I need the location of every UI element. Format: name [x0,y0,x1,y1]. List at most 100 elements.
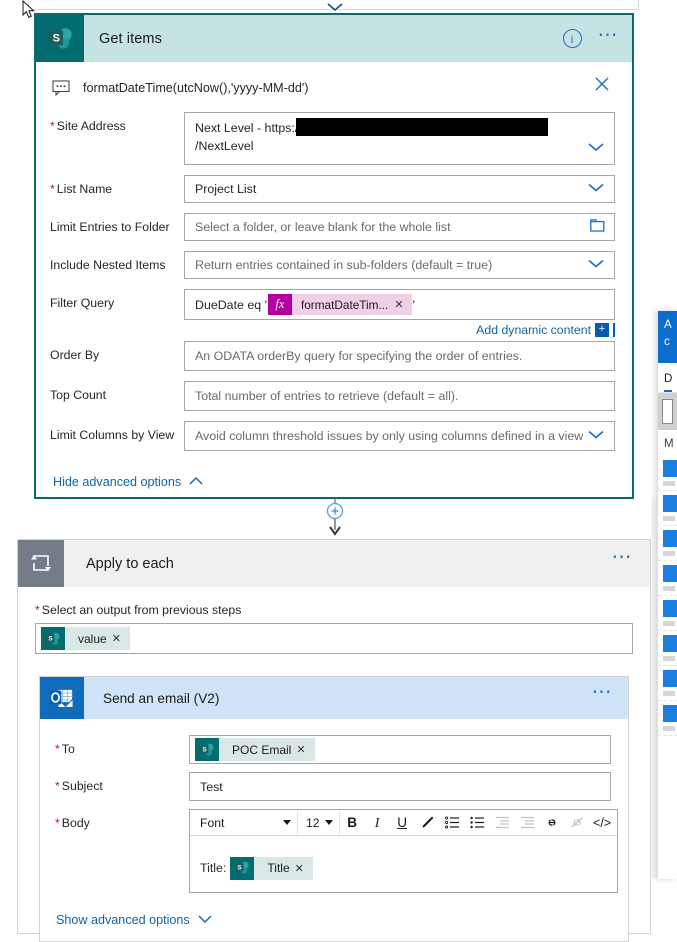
token-chip [663,635,677,652]
dynamic-token-expression[interactable]: fx formatDateTim... ✕ [267,294,412,315]
panel-title-line2: c [664,336,670,348]
outlook-icon [40,677,84,719]
to-label: * To [55,742,75,756]
send-email-header[interactable]: Send an email (V2) ⋯ [40,677,628,719]
svg-text:S: S [202,746,207,753]
dynamic-token-poc-email[interactable]: S POC Email ✕ [195,738,315,761]
bold-icon[interactable]: B [340,811,365,835]
list-item[interactable] [658,561,677,596]
site-address-value-prefix: Next Level - https:/ [195,121,299,135]
apply-to-each-menu-button[interactable]: ⋯ [612,547,635,569]
dynamic-token-value[interactable]: S value ✕ [41,627,130,650]
remove-token-icon[interactable]: ✕ [295,862,313,875]
svg-text:S: S [48,635,53,642]
order-by-placeholder: An ODATA orderBy query for specifying th… [195,349,523,363]
select-output-input[interactable]: S value ✕ [35,623,633,654]
show-advanced-options-toggle[interactable]: Show advanced options [56,913,628,941]
list-item[interactable] [658,526,677,561]
close-icon[interactable] [592,74,612,94]
numbered-list-icon[interactable] [440,811,465,835]
limit-columns-by-view-dropdown[interactable]: Avoid column threshold issues by only us… [184,421,615,451]
top-count-label: Top Count [50,388,107,402]
remove-token-icon[interactable]: ✕ [394,298,411,311]
list-item[interactable] [658,701,677,736]
subject-value: Test [200,779,223,794]
subject-input[interactable]: Test [189,772,611,801]
insert-link-icon[interactable] [540,811,565,835]
list-item[interactable] [658,596,677,631]
list-item[interactable] [658,491,677,526]
chevron-down-icon[interactable] [325,0,345,12]
canvas-scroll-edge[interactable] [652,497,657,879]
limit-entries-to-folder-input[interactable]: Select a folder, or leave blank for the … [184,213,615,241]
italic-icon[interactable]: I [365,811,390,835]
body-rich-text-editor[interactable]: Font 12 B I U </> Title: S Title ✕ [189,809,618,893]
get-items-header[interactable]: S Get items i ⋯ [36,15,632,62]
order-by-input[interactable]: An ODATA orderBy query for specifying th… [184,341,615,371]
add-dynamic-content-caret[interactable] [613,323,615,337]
panel-search-input[interactable] [662,399,673,424]
tab-dynamic-content[interactable]: D [664,373,673,392]
decrease-indent-icon[interactable] [490,811,515,835]
add-icon[interactable]: + [595,323,609,337]
field-row-subject: * Subject Test [55,764,611,801]
list-item[interactable] [658,666,677,701]
remove-token-icon[interactable]: ✕ [296,743,314,756]
include-nested-items-value: Return entries contained in sub-folders … [195,258,493,272]
svg-text:S: S [52,32,59,44]
filter-query-input[interactable]: DueDate eq ' fx formatDateTim... ✕ ' [184,289,615,320]
token-chip [663,460,677,477]
folder-picker-icon[interactable] [590,219,605,235]
list-item[interactable] [658,631,677,666]
add-dynamic-content-row[interactable]: Add dynamic content + [36,323,615,337]
chevron-down-icon[interactable] [586,141,606,156]
token-subtext [663,551,675,556]
remove-token-icon[interactable]: ✕ [112,632,130,645]
increase-indent-icon[interactable] [515,811,540,835]
font-size-value: 12 [306,815,320,830]
font-family-dropdown[interactable]: Font [192,810,298,835]
include-nested-items-dropdown[interactable]: Return entries contained in sub-folders … [184,251,615,279]
chevron-down-icon [197,913,213,927]
token-chip [663,670,677,687]
list-item[interactable] [658,456,677,491]
bulleted-list-icon[interactable] [465,811,490,835]
chevron-down-icon[interactable] [586,429,606,444]
info-icon[interactable]: i [562,29,582,48]
insert-step-connector[interactable] [320,499,350,539]
action-card-send-an-email[interactable]: Send an email (V2) ⋯ * To S POC Email ✕ … [39,676,629,942]
token-chip [663,530,677,547]
add-dynamic-content-link[interactable]: Add dynamic content [476,323,591,337]
text-color-icon[interactable] [415,811,440,835]
action-card-apply-to-each[interactable]: Apply to each ⋯ * Select an output from p… [17,539,651,942]
token-subtext [663,656,675,661]
loop-icon [18,540,64,587]
remove-link-icon[interactable] [565,811,590,835]
field-row-include-nested-items: Include Nested Items Return entries cont… [50,241,615,279]
code-view-icon[interactable]: </> [590,811,615,835]
apply-to-each-header[interactable]: Apply to each ⋯ [18,540,650,587]
limit-columns-by-view-value: Avoid column threshold issues by only us… [195,429,584,443]
token-label: value [78,631,107,646]
comment-text: formatDateTime(utcNow(),'yyyy-MM-dd') [83,81,309,95]
chevron-down-icon[interactable] [586,258,606,273]
site-address-input[interactable]: Next Level - https:/ /NextLevel [184,112,615,165]
dynamic-token-title[interactable]: S Title ✕ [230,856,313,880]
to-input[interactable]: S POC Email ✕ [189,735,611,764]
underline-icon[interactable]: U [390,811,415,835]
chevron-down-icon[interactable] [586,182,606,197]
panel-tabs[interactable]: D [658,363,677,393]
hide-advanced-options-toggle[interactable]: Hide advanced options [53,475,632,489]
action-card-get-items[interactable]: S Get items i ⋯ formatDateTime(utcNow(),… [34,13,634,499]
sharepoint-icon: S [195,738,219,761]
action-comment-row: formatDateTime(utcNow(),'yyyy-MM-dd') [50,74,618,102]
add-dynamic-content-panel[interactable]: A c D M [658,311,677,879]
body-content-area[interactable]: Title: S Title ✕ [190,836,617,892]
token-chip [663,565,677,582]
list-name-dropdown[interactable]: Project List [184,175,615,203]
top-count-input[interactable]: Total number of entries to retrieve (def… [184,381,615,411]
get-items-title: Get items [99,30,162,47]
font-size-dropdown[interactable]: 12 [298,810,340,835]
get-items-menu-button[interactable]: ⋯ [598,25,621,47]
send-email-menu-button[interactable]: ⋯ [592,682,615,704]
